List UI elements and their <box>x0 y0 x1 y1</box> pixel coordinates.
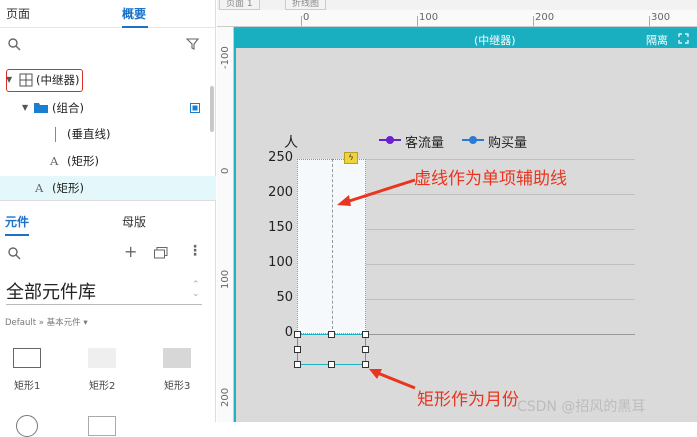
outline-item-label: (组合) <box>52 101 84 115</box>
annotation-arrow <box>369 369 416 390</box>
library-search[interactable]: + ⋮ <box>0 240 216 270</box>
dashed-helper-line[interactable] <box>332 159 333 334</box>
text-shape-icon: A <box>35 181 44 195</box>
y-tick-label: 0 <box>284 325 293 340</box>
library-breadcrumb[interactable]: Default » 基本元件 ▾ <box>5 316 88 328</box>
y-tick-label: 100 <box>268 255 293 270</box>
component-label: 矩形2 <box>89 381 116 392</box>
resize-handle[interactable] <box>362 346 369 353</box>
y-axis-label: 人 <box>284 135 298 151</box>
divider <box>6 304 202 305</box>
folder-icon <box>34 103 48 113</box>
ruler-label: 100 <box>220 269 231 289</box>
outline-item-group[interactable]: ▼ (组合) <box>0 96 216 120</box>
active-tab-indicator <box>5 234 29 236</box>
gridline <box>366 299 635 300</box>
search-icon <box>8 38 21 51</box>
add-icon[interactable]: + <box>124 244 137 260</box>
annotation-dashed-line: 虚线作为单项辅助线 <box>414 169 567 189</box>
left-panel: 页面 概要 ▼ (中继器) ▼ (组合) (垂直线) A (矩形) A (矩形)… <box>0 0 216 437</box>
y-tick-label: 150 <box>268 220 293 235</box>
doc-tab-page1[interactable]: 页面 1 <box>219 0 260 10</box>
horizontal-ruler: 0 100 200 300 <box>217 10 697 27</box>
component-rect2-icon[interactable] <box>88 348 116 368</box>
outline-item-rect[interactable]: A (矩形) <box>0 149 216 173</box>
resize-handle[interactable] <box>328 361 335 368</box>
lightning-icon[interactable]: ϟ <box>344 152 358 164</box>
outline-item-label: (垂直线) <box>67 127 111 141</box>
legend-marker <box>379 136 401 144</box>
gridline <box>366 229 635 230</box>
component-rect1-icon[interactable] <box>13 348 41 368</box>
visibility-toggle-icon[interactable] <box>190 103 200 113</box>
library-select[interactable]: 全部元件库 <box>6 278 96 304</box>
legend-marker <box>462 136 484 144</box>
ruler-label: 200 <box>535 12 555 23</box>
resize-handle[interactable] <box>362 331 369 338</box>
outline-item-label: (矩形) <box>67 154 99 168</box>
isolate-button[interactable]: 隔离 <box>646 32 668 48</box>
outline-item-repeater[interactable]: ▼ (中继器) <box>0 68 216 92</box>
component-label: 矩形1 <box>14 381 41 392</box>
resize-handle[interactable] <box>294 346 301 353</box>
y-tick-label: 250 <box>268 150 293 165</box>
component-image-icon[interactable] <box>88 416 116 436</box>
component-label: 矩形3 <box>164 381 191 392</box>
outline-item-label: (矩形) <box>52 181 84 195</box>
watermark: CSDN @招风的黑耳 <box>517 399 646 415</box>
ruler-label: 0 <box>220 167 231 174</box>
filter-icon[interactable] <box>186 37 200 51</box>
doc-tab-linechart[interactable]: 折线图 <box>285 0 327 10</box>
ruler-label: 100 <box>419 12 439 23</box>
vertical-line-icon <box>55 127 56 142</box>
y-tick-label: 50 <box>276 290 293 305</box>
ruler-label: 200 <box>220 387 231 407</box>
tab-masters[interactable]: 母版 <box>122 213 146 230</box>
outline-scrollbar[interactable] <box>210 86 214 132</box>
outline-search[interactable] <box>0 29 216 59</box>
ruler-label: 0 <box>303 12 310 23</box>
repeater-title: (中继器) <box>474 34 516 47</box>
more-options-icon[interactable]: ⋮ <box>188 244 202 258</box>
gridline <box>366 334 635 335</box>
annotation-arrow <box>337 178 416 206</box>
chevron-down-icon[interactable]: ▼ <box>22 96 28 120</box>
fullscreen-icon[interactable] <box>678 33 689 44</box>
component-rect3-icon[interactable] <box>163 348 191 368</box>
legend-label: 购买量 <box>488 136 528 151</box>
outline-item-vline[interactable]: (垂直线) <box>0 122 216 146</box>
resize-handle[interactable] <box>294 331 301 338</box>
vertical-ruler: -100 0 100 200 <box>217 27 234 422</box>
ruler-label: -100 <box>220 46 231 69</box>
annotation-rectangle: 矩形作为月份 <box>417 390 519 410</box>
search-icon <box>8 247 21 260</box>
repeater-icon <box>19 73 33 87</box>
active-tab-indicator <box>122 26 148 28</box>
canvas[interactable]: 页面 1 折线图 0 100 200 300 -100 0 100 200 (中… <box>217 0 697 422</box>
resize-handle[interactable] <box>328 331 335 338</box>
ruler-label: 300 <box>651 12 671 23</box>
outline-item-label: (中继器) <box>36 73 80 87</box>
library-select-arrow-icon[interactable]: ⌃ ⌄ <box>192 281 200 299</box>
divider <box>0 200 216 201</box>
repeater-header: (中继器) 隔离 <box>234 29 697 48</box>
legend-label: 客流量 <box>405 136 445 151</box>
panel-tabs: 页面 概要 <box>0 0 216 28</box>
library-manage-icon[interactable] <box>154 247 168 259</box>
text-shape-icon: A <box>50 154 59 168</box>
tab-widgets[interactable]: 元件 <box>5 213 29 230</box>
tab-pages[interactable]: 页面 <box>6 5 30 22</box>
resize-handle[interactable] <box>294 361 301 368</box>
tab-outline[interactable]: 概要 <box>122 5 146 22</box>
gridline <box>366 159 635 160</box>
component-ellipse-icon[interactable] <box>16 415 38 437</box>
outline-item-rect-selected[interactable]: A (矩形) <box>0 176 216 200</box>
repeater-border <box>234 27 236 422</box>
y-tick-label: 200 <box>268 185 293 200</box>
gridline <box>366 264 635 265</box>
